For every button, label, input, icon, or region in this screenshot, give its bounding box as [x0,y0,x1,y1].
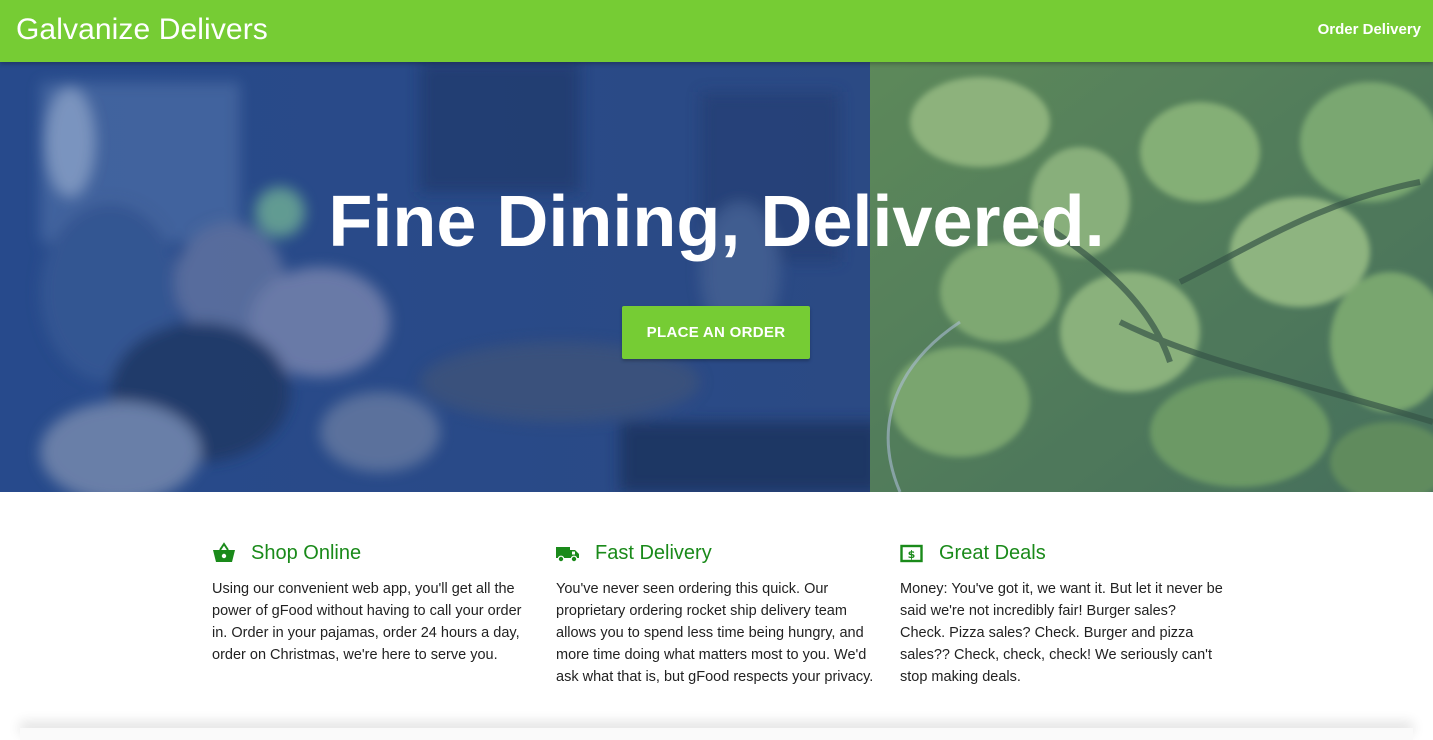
place-order-button[interactable]: PLACE AN ORDER [622,306,810,359]
order-delivery-link[interactable]: Order Delivery [1318,19,1421,41]
feature-description: You've never seen ordering this quick. O… [556,581,874,685]
feature-header: Shop Online [212,540,542,566]
truck-icon [556,547,579,563]
feature-header: Fast Delivery [556,540,886,566]
feature-description: Using our convenient web app, you'll get… [212,581,522,663]
feature-fast-delivery: Fast Delivery You've never seen ordering… [556,540,886,685]
feature-description: Money: You've got it, we want it. But le… [900,581,1223,685]
top-navbar: Galvanize Delivers Order Delivery [0,0,1433,62]
feature-title: Great Deals [939,542,1046,564]
feature-shop-online: Shop Online Using our convenient web app… [212,540,542,663]
svg-text:$: $ [908,548,916,561]
hero-section: Fine Dining, Delivered. PLACE AN ORDER [0,62,1433,492]
feature-title: Fast Delivery [595,542,712,564]
money-icon: $ [900,544,923,563]
footer-edge [20,728,1413,740]
brand-logo-link[interactable]: Galvanize Delivers [16,11,268,49]
feature-title: Shop Online [251,542,362,564]
hero-background-image [0,62,1433,492]
feature-great-deals: $ Great Deals Money: You've got it, we w… [900,540,1230,685]
basket-icon [213,542,235,562]
feature-header: $ Great Deals [900,540,1230,566]
hero-title: Fine Dining, Delivered. [328,182,1105,262]
